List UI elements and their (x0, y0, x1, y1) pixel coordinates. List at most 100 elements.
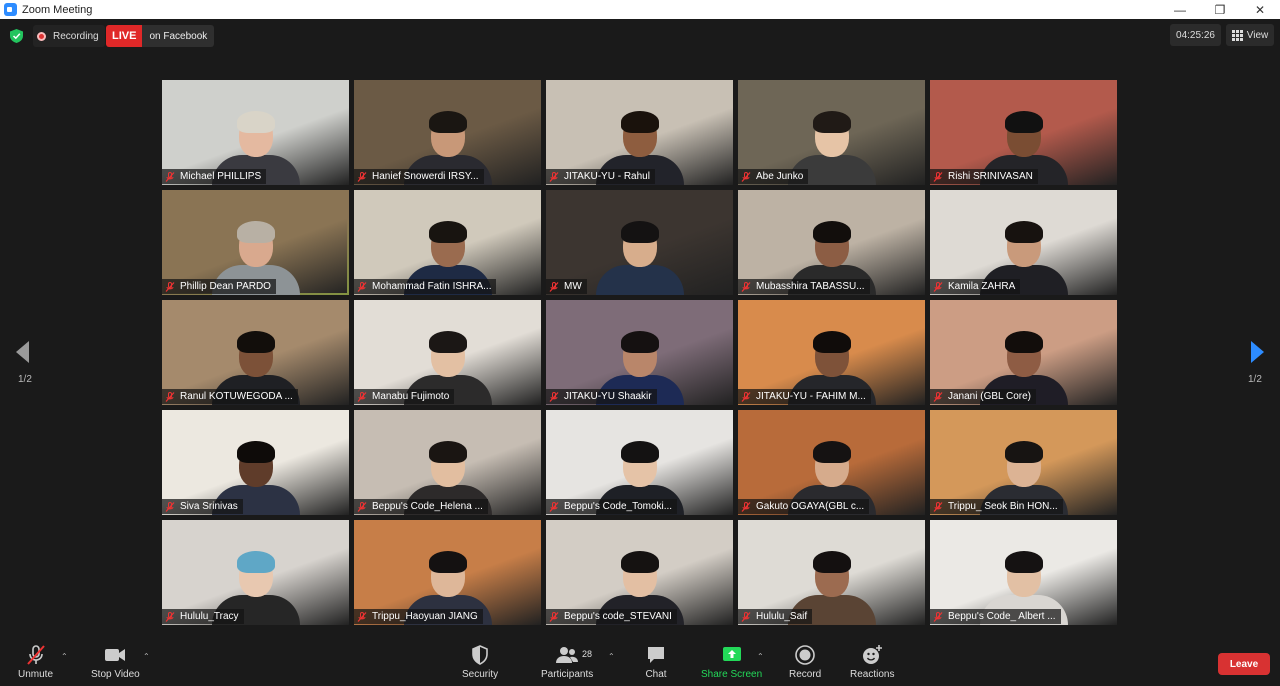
muted-microphone-icon (933, 171, 943, 182)
participant-name-label: Mohammad Fatin ISHRA... (354, 279, 497, 294)
leave-button[interactable]: Leave (1218, 653, 1270, 675)
meeting-toolbar: Unmute ⌃ Stop Video ⌃ Security Participa… (0, 640, 1280, 686)
muted-microphone-icon (741, 391, 751, 402)
participant-video-tile[interactable]: Kamila ZAHRA (930, 190, 1117, 295)
participant-name-label: Phillip Dean PARDO (162, 279, 276, 294)
window-title: Zoom Meeting (22, 3, 93, 16)
security-shield-icon (472, 645, 488, 665)
muted-microphone-icon (741, 501, 751, 512)
participant-video-tile[interactable]: Rishi SRINIVASAN (930, 80, 1117, 185)
participant-name-label: Janani (GBL Core) (930, 389, 1036, 404)
participant-video-tile[interactable]: Hululu_Saif (738, 520, 925, 625)
muted-microphone-icon (165, 501, 175, 512)
restore-icon[interactable]: ❐ (1200, 0, 1240, 19)
participant-video-tile[interactable]: Janani (GBL Core) (930, 300, 1117, 405)
participant-name: Manabu Fujimoto (372, 391, 450, 402)
record-button[interactable]: Record (789, 644, 821, 680)
muted-microphone-icon (357, 171, 367, 182)
page-indicator-left: 1/2 (18, 374, 32, 385)
participant-video-tile[interactable]: Hanief Snowerdi IRSY... (354, 80, 541, 185)
stop-video-label: Stop Video (91, 669, 140, 680)
participant-name: Ranul KOTUWEGODA ... (180, 391, 293, 402)
participant-video-tile[interactable]: MW (546, 190, 733, 295)
muted-microphone-icon (357, 611, 367, 622)
participant-video-tile[interactable]: Mubasshira TABASSU... (738, 190, 925, 295)
participant-video-tile[interactable]: JITAKU-YU - FAHIM M... (738, 300, 925, 405)
participant-name: Siva Srinivas (180, 501, 238, 512)
participant-name: Beppu's Code_Helena ... (372, 501, 483, 512)
muted-microphone-icon (549, 611, 559, 622)
participant-name: Abe Junko (756, 171, 804, 182)
muted-microphone-icon (549, 391, 559, 402)
participants-icon (556, 647, 579, 663)
participant-name-label: Ranul KOTUWEGODA ... (162, 389, 298, 404)
recording-indicator[interactable]: Recording (33, 25, 105, 47)
participant-video-tile[interactable]: Beppu's Code_Helena ... (354, 410, 541, 515)
share-screen-icon (722, 647, 741, 661)
participant-video-tile[interactable]: Hululu_Tracy (162, 520, 349, 625)
participant-name: JITAKU-YU Shaakir (564, 391, 652, 402)
view-label: View (1246, 29, 1269, 41)
participant-video-tile[interactable]: Beppu's code_STEVANI (546, 520, 733, 625)
participant-video-tile[interactable]: Trippu_ Seok Bin HON... (930, 410, 1117, 515)
participant-video-tile[interactable]: Michael PHILLIPS (162, 80, 349, 185)
participant-name-label: Mubasshira TABASSU... (738, 279, 870, 294)
participant-count: 28 (582, 649, 593, 659)
participant-video-tile[interactable]: Trippu_Haoyuan JIANG (354, 520, 541, 625)
muted-microphone-icon (933, 611, 943, 622)
chat-button[interactable]: Chat (645, 644, 667, 680)
participant-name-label: Kamila ZAHRA (930, 279, 1021, 294)
video-options-caret-icon[interactable]: ⌃ (143, 652, 150, 661)
unmute-button[interactable]: Unmute (18, 644, 53, 680)
encryption-shield-icon[interactable] (10, 29, 23, 43)
participant-video-tile[interactable]: JITAKU-YU - Rahul (546, 80, 733, 185)
muted-microphone-icon (741, 611, 751, 622)
participant-name: Gakuto OGAYA(GBL c... (756, 501, 865, 512)
muted-microphone-icon (549, 171, 559, 182)
meeting-timer: 04:25:26 (1170, 24, 1221, 46)
close-icon[interactable]: ✕ (1240, 0, 1280, 19)
participants-options-caret-icon[interactable]: ⌃ (608, 652, 615, 661)
minimize-icon[interactable]: — (1160, 0, 1200, 19)
participant-name-label: MW (546, 279, 587, 294)
participant-name: JITAKU-YU - Rahul (564, 171, 650, 182)
reactions-button[interactable]: Reactions (850, 644, 894, 680)
participant-name: Phillip Dean PARDO (180, 281, 271, 292)
security-button[interactable]: Security (462, 644, 498, 680)
participant-video-tile[interactable]: Beppu's Code_ Albert ... (930, 520, 1117, 625)
audio-options-caret-icon[interactable]: ⌃ (61, 652, 68, 661)
share-screen-button[interactable]: Share Screen (701, 644, 762, 680)
window-title-bar: Zoom Meeting — ❐ ✕ (0, 0, 1280, 19)
previous-page-arrow-icon[interactable] (16, 341, 30, 363)
participant-name-label: Trippu_Haoyuan JIANG (354, 609, 483, 624)
participant-video-tile[interactable]: JITAKU-YU Shaakir (546, 300, 733, 405)
next-page-arrow-icon[interactable] (1250, 341, 1264, 363)
participant-video-tile[interactable]: Siva Srinivas (162, 410, 349, 515)
recording-label: Recording (53, 30, 99, 42)
muted-microphone-icon (933, 391, 943, 402)
participant-video-tile[interactable]: Manabu Fujimoto (354, 300, 541, 405)
participant-video-tile[interactable]: Gakuto OGAYA(GBL c... (738, 410, 925, 515)
stop-video-button[interactable]: Stop Video (91, 644, 140, 680)
reactions-label: Reactions (850, 669, 895, 680)
participant-name-label: Beppu's Code_Tomoki... (546, 499, 678, 514)
participant-name: Hululu_Saif (756, 611, 808, 622)
window-controls: — ❐ ✕ (1160, 0, 1280, 19)
participant-video-tile[interactable]: Abe Junko (738, 80, 925, 185)
view-button[interactable]: View (1226, 24, 1274, 46)
participant-video-tile[interactable]: Mohammad Fatin ISHRA... (354, 190, 541, 295)
participant-name-label: JITAKU-YU - FAHIM M... (738, 389, 871, 404)
share-options-caret-icon[interactable]: ⌃ (757, 652, 764, 661)
muted-microphone-icon (933, 501, 943, 512)
muted-microphone-icon (26, 645, 45, 665)
participant-video-tile[interactable]: Ranul KOTUWEGODA ... (162, 300, 349, 405)
participant-video-tile[interactable]: Phillip Dean PARDO (162, 190, 349, 295)
live-stream-indicator[interactable]: LIVE on Facebook (106, 25, 215, 47)
participant-video-tile[interactable]: Beppu's Code_Tomoki... (546, 410, 733, 515)
participant-name: Beppu's Code_Tomoki... (564, 501, 673, 512)
participant-name-label: Siva Srinivas (162, 499, 243, 514)
participant-name: Kamila ZAHRA (948, 281, 1016, 292)
participant-video-figure (595, 215, 685, 295)
participant-name-label: Rishi SRINIVASAN (930, 169, 1038, 184)
participant-name-label: Abe Junko (738, 169, 809, 184)
